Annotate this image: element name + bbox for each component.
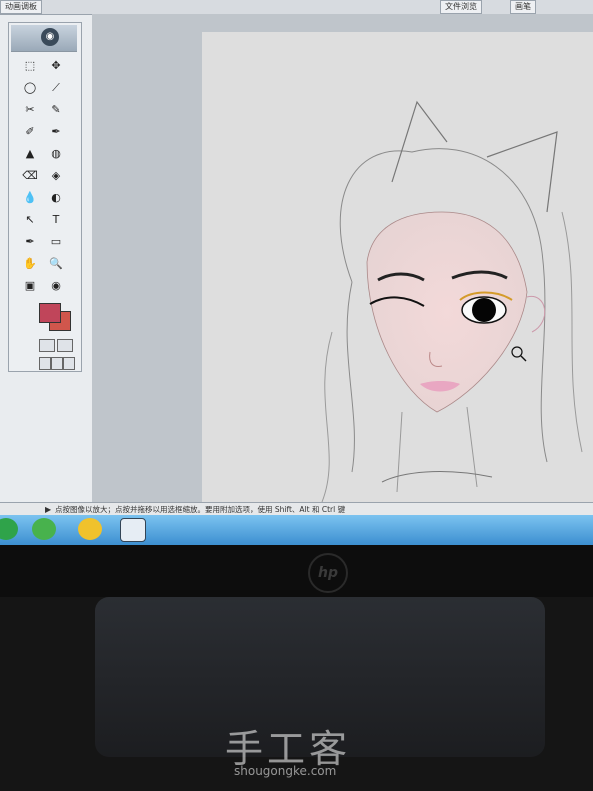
tool-button[interactable]: ✒ [19,233,41,251]
ie-icon[interactable] [0,518,18,540]
tool-button[interactable]: ✒ [45,123,67,141]
tool-button[interactable]: ⌫ [19,167,41,185]
tool-button[interactable]: ↖ [19,211,41,229]
status-bar: ▶ 点按图像以放大；点按并拖移以用选框缩放。要用附加选项，使用 Shift、Al… [0,502,593,516]
foreground-color-swatch[interactable] [39,303,61,323]
tool-button[interactable]: ✎ [45,101,67,119]
portrait-sketch [321,100,583,503]
eye-icon: ◉ [41,28,59,46]
tool-button[interactable]: ✋ [19,255,41,273]
qq-icon[interactable] [78,518,102,540]
monitor-bezel [0,545,593,597]
tool-button[interactable]: 🔍 [45,255,67,273]
toolbox-panel: ◉ ⬚ ✥ ◯ ⟋ ✂ ✎ ✐ ✒ ▲ ◍ ⌫ ◈ 💧 ◐ ↖ T ✒ ▭ ✋ 🔍 ▣ ◉ [8,22,82,372]
tab-brushes[interactable]: 画笔 [510,0,536,14]
tab-label: 动画调板 [5,2,37,11]
screen-mode-full[interactable] [63,357,75,370]
tab-file-browser[interactable]: 文件浏览 [440,0,482,14]
tool-button[interactable]: ◯ [19,79,41,97]
quick-mask-button[interactable] [57,339,73,352]
tool-button[interactable]: ✐ [19,123,41,141]
taskbar [0,515,593,545]
media-player-icon[interactable] [120,518,146,542]
tool-button[interactable]: ⬚ [19,57,41,75]
tool-button[interactable]: ◍ [45,145,67,163]
standard-mode-button[interactable] [39,339,55,352]
panel-tab-bar: 动画调板 文件浏览 画笔 [0,0,593,15]
tool-button[interactable]: ▭ [45,233,67,251]
tool-button[interactable]: ◐ [45,189,67,207]
screen-mode-full-menu[interactable] [51,357,63,370]
tool-button[interactable]: T [45,211,67,229]
zoom-cursor-icon [511,346,523,358]
screen-mode-standard[interactable] [39,357,51,370]
tool-button[interactable]: ✂ [19,101,41,119]
tab-animation-panel[interactable]: 动画调板 [0,0,42,14]
document-window [92,14,593,516]
browser-icon[interactable] [32,518,56,540]
watermark-url: shougongke.com [234,764,337,778]
hp-logo: hp [308,553,348,593]
tool-button[interactable]: ◉ [45,277,67,295]
tool-button[interactable]: ✥ [45,57,67,75]
tab-label: 文件浏览 [445,2,477,11]
photoshop-logo[interactable]: ◉ [11,25,77,52]
monitor-screen: 动画调板 文件浏览 画笔 ◉ ⬚ ✥ ◯ ⟋ ✂ ✎ ✐ ✒ ▲ ◍ ⌫ ◈ 💧 ◐ ↖ T ✒ ▭ ✋ 🔍 ▣ ◉ [0,0,593,545]
tool-button[interactable]: ▲ [19,145,41,163]
tool-button[interactable]: 💧 [19,189,41,207]
tab-label: 画笔 [515,2,531,11]
tool-button[interactable]: ◈ [45,167,67,185]
drawing-canvas[interactable] [202,32,593,516]
tool-button[interactable]: ⟋ [45,79,67,97]
tool-button[interactable]: ▣ [19,277,41,295]
